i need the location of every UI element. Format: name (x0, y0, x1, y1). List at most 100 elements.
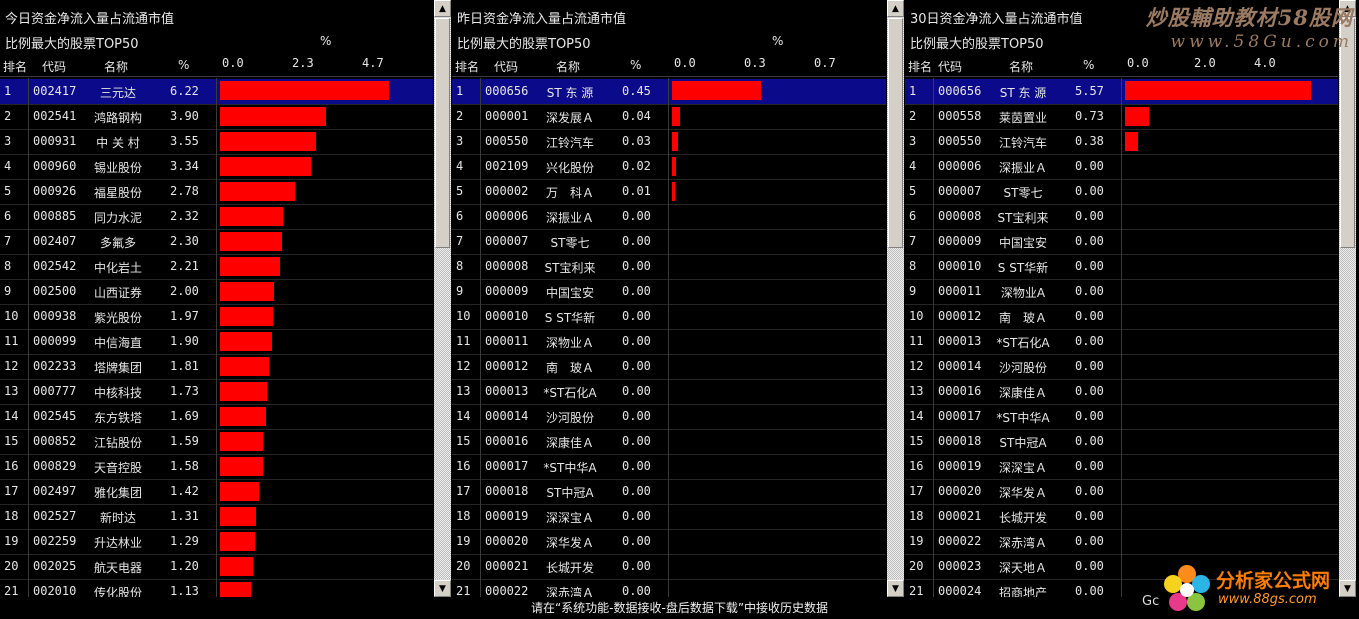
scrollbar[interactable]: ▲ ▼ (1339, 0, 1356, 597)
column-divider (480, 78, 481, 597)
rank-cell: 7 (909, 234, 917, 248)
scroll-down-arrow-icon[interactable]: ▼ (434, 580, 451, 597)
table-row[interactable]: 15 000016 深康佳Ａ 0.00 (452, 429, 886, 455)
col-code[interactable]: 代码 (494, 58, 518, 75)
scroll-down-arrow-icon[interactable]: ▼ (1339, 580, 1356, 597)
value-bar (220, 407, 266, 426)
panel-yesterday: 昨日资金净流入量占流通市值 比例最大的股票TOP50 % 排名 代码 名称 % … (452, 0, 886, 597)
table-row[interactable]: 16 000017 *ST中华A 0.00 (452, 454, 886, 480)
rank-cell: 13 (456, 384, 471, 398)
rank-cell: 21 (456, 584, 471, 597)
scroll-up-arrow-icon[interactable]: ▲ (887, 0, 904, 17)
value-bar (672, 81, 761, 100)
pct-cell: 0.00 (622, 559, 651, 573)
name-cell: 深深宝Ａ (545, 511, 594, 525)
table-row[interactable]: 13 000013 *ST石化A 0.00 (452, 379, 886, 405)
table-row[interactable]: 10 000010 S ST华新 0.00 (452, 304, 886, 330)
table-row[interactable]: 12 000012 南 玻Ａ 0.00 (452, 354, 886, 380)
col-code[interactable]: 代码 (42, 58, 66, 75)
rank-cell: 10 (909, 309, 924, 323)
table-row[interactable]: 4 002109 兴化股份 0.02 (452, 154, 886, 180)
pct-cell: 0.00 (1075, 284, 1104, 298)
pct-cell: 0.00 (1075, 534, 1104, 548)
table-row[interactable]: 3 000550 江铃汽车 0.03 (452, 129, 886, 155)
rank-cell: 5 (4, 184, 12, 198)
pct-cell: 1.69 (170, 409, 199, 423)
scroll-thumb[interactable] (435, 18, 450, 248)
pct-cell: 3.90 (170, 109, 199, 123)
table-row[interactable]: 2 000001 深发展Ａ 0.04 (452, 104, 886, 130)
pct-cell: 0.00 (622, 459, 651, 473)
value-bar (220, 257, 280, 276)
axis-tick: 4.0 (1254, 56, 1276, 70)
table-row[interactable]: 8 000008 ST宝利来 0.00 (452, 254, 886, 280)
scroll-thumb[interactable] (888, 18, 903, 248)
rank-cell: 19 (4, 534, 19, 548)
name-cell: 三元达 (99, 86, 136, 100)
panel-title: 30日资金净流入量占流通市值 (910, 12, 1083, 27)
table-row[interactable]: 7 000007 ST零七 0.00 (452, 229, 886, 255)
rank-cell: 19 (456, 534, 471, 548)
rank-cell: 15 (909, 434, 924, 448)
col-name[interactable]: 名称 (556, 58, 580, 75)
pct-cell: 0.00 (622, 209, 651, 223)
table-row[interactable]: 9 000009 中国宝安 0.00 (452, 279, 886, 305)
pct-cell: 0.00 (1075, 359, 1104, 373)
name-cell: 深发展Ａ (545, 111, 594, 125)
name-cell: 长城开发 (998, 511, 1047, 525)
value-bar (220, 332, 272, 351)
table-row[interactable]: 1 000656 ST 东 源 0.45 (452, 79, 886, 105)
name-cell: 中核科技 (93, 386, 142, 400)
pct-cell: 1.42 (170, 484, 199, 498)
col-name[interactable]: 名称 (1009, 58, 1033, 75)
name-cell: ST 东 源 (999, 86, 1047, 100)
rank-cell: 15 (4, 434, 19, 448)
table-row[interactable]: 5 000002 万 科Ａ 0.01 (452, 179, 886, 205)
name-cell: *ST中华A (996, 411, 1050, 425)
name-cell: 深天地Ａ (998, 561, 1047, 575)
scrollbar[interactable]: ▲ ▼ (887, 0, 904, 597)
table-row[interactable]: 19 000020 深华发Ａ 0.00 (452, 529, 886, 555)
scrollbar[interactable]: ▲ ▼ (434, 0, 451, 597)
rank-cell: 19 (909, 534, 924, 548)
pct-axis-label: % (320, 34, 332, 48)
col-pct[interactable]: % (178, 58, 189, 72)
rank-cell: 16 (456, 459, 471, 473)
value-bar (220, 307, 273, 326)
table-row[interactable]: 14 000014 沙河股份 0.00 (452, 404, 886, 430)
col-name[interactable]: 名称 (104, 58, 128, 75)
pct-cell: 0.00 (622, 509, 651, 523)
col-rank[interactable]: 排名 (3, 58, 27, 75)
scroll-up-arrow-icon[interactable]: ▲ (434, 0, 451, 17)
pct-axis-label: % (772, 34, 784, 48)
col-pct[interactable]: % (630, 58, 641, 72)
rank-cell: 21 (4, 584, 19, 597)
table-row[interactable]: 17 000018 ST中冠A 0.00 (452, 479, 886, 505)
axis-tick: 0.3 (744, 56, 766, 70)
table-row[interactable]: 11 000011 深物业Ａ 0.00 (452, 329, 886, 355)
table-row[interactable]: 20 000021 长城开发 0.00 (452, 554, 886, 580)
scroll-thumb[interactable] (1340, 18, 1355, 248)
rank-cell: 10 (456, 309, 471, 323)
col-rank[interactable]: 排名 (455, 58, 479, 75)
rank-cell: 17 (909, 484, 924, 498)
rank-cell: 11 (456, 334, 471, 348)
table-row[interactable]: 21 000022 深赤湾Ａ 0.00 (452, 579, 886, 597)
pct-cell: 2.32 (170, 209, 199, 223)
table-row[interactable]: 6 000006 深振业Ａ 0.00 (452, 204, 886, 230)
panel-subtitle: 比例最大的股票TOP50 (5, 37, 139, 52)
name-cell: ST宝利来 (544, 261, 596, 275)
scroll-down-arrow-icon[interactable]: ▼ (887, 580, 904, 597)
rank-cell: 9 (456, 284, 464, 298)
axis-tick: 0.7 (814, 56, 836, 70)
col-rank[interactable]: 排名 (908, 58, 932, 75)
pct-cell: 0.02 (622, 159, 651, 173)
name-cell: ST中冠A (546, 486, 594, 500)
value-bar (1125, 107, 1149, 126)
rank-cell: 16 (909, 459, 924, 473)
col-code[interactable]: 代码 (938, 58, 962, 75)
name-cell: 深华发Ａ (998, 486, 1047, 500)
col-pct[interactable]: % (1083, 58, 1094, 72)
table-row[interactable]: 18 000019 深深宝Ａ 0.00 (452, 504, 886, 530)
name-cell: 山西证券 (93, 286, 142, 300)
